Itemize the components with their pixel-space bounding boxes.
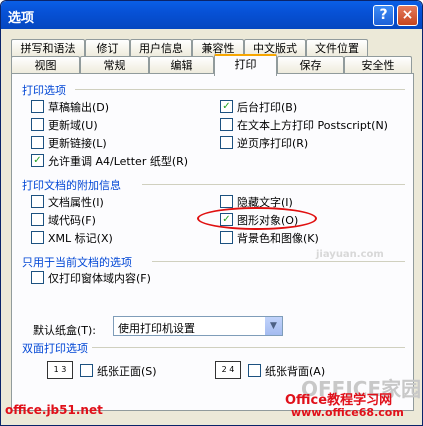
checkbox[interactable] [31,271,44,284]
checkbox[interactable] [220,231,233,244]
current-document-header: 只用于当前文档的选项 [22,256,132,269]
help-button[interactable]: ? [373,5,394,26]
option-label: 背景色和图像(K) [237,231,319,245]
duplex-front-icon: 1 3 [47,361,73,379]
print-options-header: 打印选项 [22,84,66,97]
options-dialog: 选项 ? × 拼写和语法 修订 用户信息 兼容性 中文版式 文件位置 视图 常规… [0,0,423,426]
checkbox[interactable] [31,100,44,113]
allow-a4-letter-option[interactable]: ✓ 允许重调 A4/Letter 纸型(R) [31,153,188,168]
watermark-right-url: www.office68.com [291,406,404,419]
update-fields-option[interactable]: 更新域(U) [31,117,98,132]
option-label: XML 标记(X) [48,231,113,245]
watermark-left: office.jb51.net [5,403,103,417]
option-label: 文档属性(I) [48,195,104,209]
default-tray-select[interactable]: 使用打印机设置 ▼ [113,316,283,336]
print-postscript-option[interactable]: 在文本上方打印 Postscript(N) [220,117,388,132]
background-colors-images-option[interactable]: 背景色和图像(K) [220,230,319,245]
option-label: 纸张正面(S) [97,364,157,378]
option-label: 允许重调 A4/Letter 纸型(R) [48,154,189,168]
checkbox[interactable] [31,213,44,226]
checkbox[interactable] [80,364,93,377]
draft-output-option[interactable]: 草稿输出(D) [31,99,109,114]
checkbox[interactable]: ✓ [31,154,44,167]
divider [92,347,405,348]
update-links-option[interactable]: 更新链接(L) [31,135,107,150]
option-label: 更新域(U) [48,118,98,132]
checkbox[interactable] [220,136,233,149]
watermark-faint-text: jiayuan.com [316,249,384,260]
front-of-sheet-option[interactable]: 纸张正面(S) [80,363,157,378]
default-tray-label: 默认纸盒(T): [33,324,97,337]
print-tab-panel: 打印选项 草稿输出(D) 更新域(U) 更新链接(L) ✓ 允许重调 A4/Le… [11,73,414,411]
chevron-down-icon[interactable]: ▼ [265,317,282,335]
xml-tags-option[interactable]: XML 标记(X) [31,230,113,245]
duplex-options-header: 双面打印选项 [22,342,88,355]
option-label: 在文本上方打印 Postscript(N) [237,118,388,132]
background-printing-option[interactable]: ✓ 后台打印(B) [220,99,297,114]
drawing-objects-highlight-ellipse [197,207,317,230]
close-button[interactable]: × [397,5,418,26]
window-title: 选项 [8,11,35,26]
option-label: 仅打印窗体域内容(F) [48,271,151,285]
duplex-back-icon: 2 4 [215,361,241,379]
include-with-document-header: 打印文档的附加信息 [22,179,121,192]
reverse-print-order-option[interactable]: 逆页序打印(R) [220,135,308,150]
option-label: 草稿输出(D) [48,100,110,114]
divider [142,184,405,185]
option-label: 后台打印(B) [237,100,298,114]
field-codes-option[interactable]: 域代码(F) [31,212,96,227]
checkbox[interactable] [31,136,44,149]
default-tray-value: 使用打印机设置 [118,322,195,335]
option-label: 更新链接(L) [48,136,107,150]
checkbox[interactable] [31,195,44,208]
checkbox[interactable] [31,231,44,244]
checkbox[interactable] [220,195,233,208]
title-bar[interactable]: 选项 ? × [1,1,422,29]
print-form-data-only-option[interactable]: 仅打印窗体域内容(F) [31,270,151,285]
document-properties-option[interactable]: 文档属性(I) [31,194,104,209]
divider [152,261,405,262]
checkbox[interactable] [31,118,44,131]
checkbox[interactable] [220,118,233,131]
option-label: 逆页序打印(R) [237,136,309,150]
divider [75,89,405,90]
checkbox[interactable] [248,364,261,377]
checkbox[interactable]: ✓ [220,100,233,113]
option-label: 域代码(F) [48,213,96,227]
tab-print[interactable]: 打印 [214,54,277,76]
